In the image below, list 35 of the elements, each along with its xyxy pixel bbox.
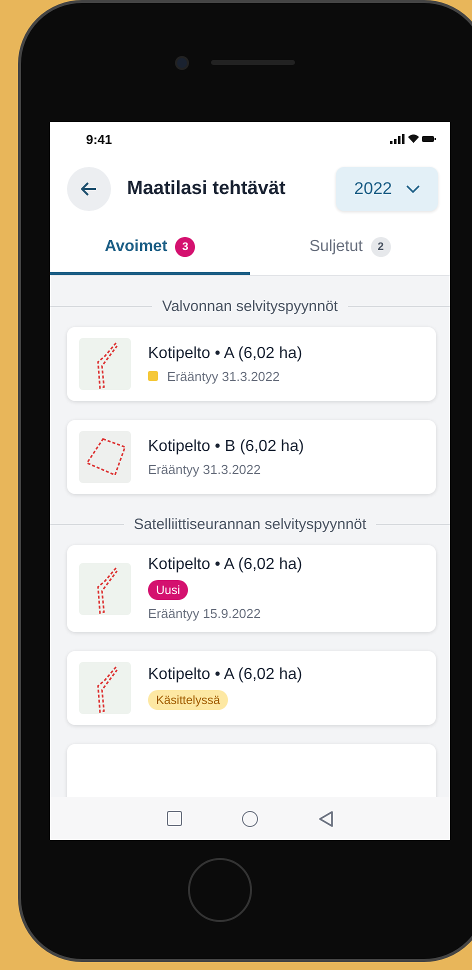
map-thumbnail [79,431,131,483]
card-title: Kotipelto • A (6,02 ha) [148,344,302,362]
back-icon[interactable] [318,810,334,828]
status-icons [390,133,436,145]
tab[interactable]: Suljetut 2 [250,222,450,275]
task-card[interactable]: Kotipelto • A (6,02 ha) Käsittelyssä [67,651,436,725]
card-title: Kotipelto • A (6,02 ha) [148,666,302,684]
due-date: Erääntyy 31.3.2022 [148,462,261,476]
recent-apps-icon[interactable] [166,811,182,826]
map-thumbnail [79,562,131,614]
map-thumbnail [79,662,131,714]
map-thumbnail [79,338,131,390]
year-dropdown[interactable]: 2022 [336,167,438,211]
card-title: Kotipelto • A (6,02 ha) [148,556,302,574]
speaker-icon [211,60,295,65]
home-icon[interactable] [242,810,258,826]
page-title: Maatilasi tehtävät [127,178,286,200]
chevron-down-icon [406,185,420,193]
back-button[interactable] [67,167,111,211]
back-arrow-icon [81,182,97,196]
card-title: Kotipelto • B (6,02 ha) [148,438,304,456]
section-heading: Satelliittiseurannan selvityspyynnöt [134,516,366,533]
due-date: Erääntyy 15.9.2022 [148,606,261,621]
status-tag: Käsittelyssä [148,690,228,710]
status-tag: Uusi [148,580,188,600]
camera-icon [175,56,189,70]
status-time: 9:41 [86,132,112,146]
task-card[interactable]: Kotipelto • A (6,02 ha) Uusi Erääntyy 15.9.2022 [67,545,436,632]
task-card[interactable]: Kotipelto • A (6,02 ha) Erääntyy 31.3.2022 [67,327,436,401]
count-badge: 2 [370,237,391,257]
count-badge: 3 [175,237,196,257]
section-heading: Valvonnan selvityspyynnöt [162,298,338,315]
tab[interactable]: Avoimet 3 [50,222,250,275]
due-date: Erääntyy 31.3.2022 [167,368,280,384]
task-card[interactable]: Kotipelto • B (6,02 ha) Erääntyy 31.3.2022 [67,420,436,494]
